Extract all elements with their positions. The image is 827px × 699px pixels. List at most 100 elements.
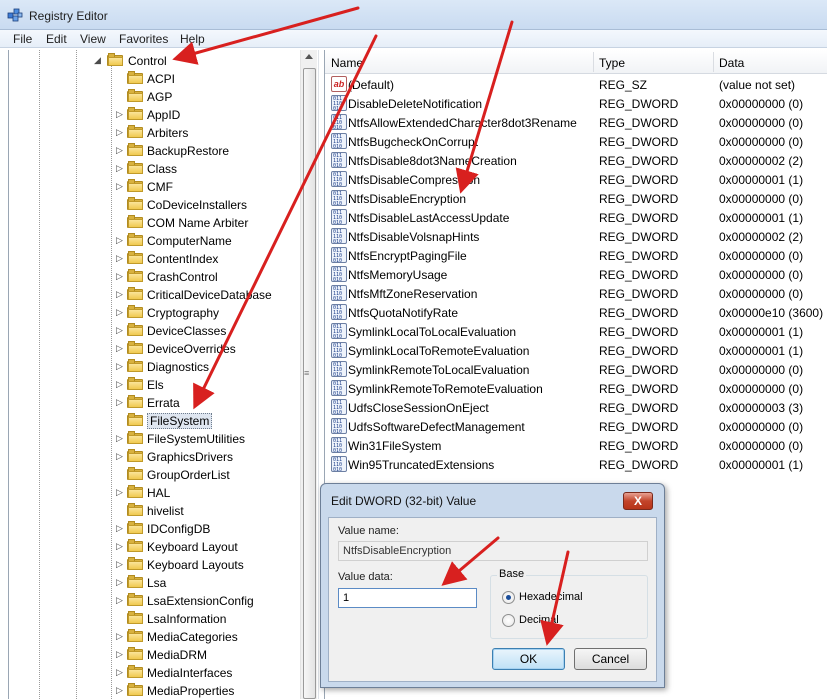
- tree-item-codeviceinstallers[interactable]: CoDeviceInstallers: [9, 196, 304, 214]
- tree-item-label[interactable]: Keyboard Layouts: [147, 558, 244, 572]
- value-row[interactable]: 011 110 010 SymlinkRemoteToRemoteEvaluati…: [325, 379, 827, 398]
- tree-item-label[interactable]: MediaProperties: [147, 684, 234, 698]
- value-name[interactable]: NtfsDisableCompression: [348, 173, 480, 187]
- tree-item-label[interactable]: DeviceClasses: [147, 324, 226, 338]
- hexadecimal-label[interactable]: Hexadecimal: [519, 591, 583, 603]
- menu-file[interactable]: File: [13, 32, 32, 46]
- tree-item-label[interactable]: Lsa: [147, 576, 166, 590]
- expander-arrow-icon[interactable]: ▷: [116, 379, 126, 390]
- tree-item-computername[interactable]: ▷ ComputerName: [9, 232, 304, 250]
- tree-item-diagnostics[interactable]: ▷ Diagnostics: [9, 358, 304, 376]
- tree-item-filesystem[interactable]: FileSystem: [9, 412, 304, 430]
- tree-item-label[interactable]: Diagnostics: [147, 360, 209, 374]
- value-name[interactable]: NtfsDisable8dot3NameCreation: [348, 154, 517, 168]
- tree-item-label[interactable]: MediaCategories: [147, 630, 238, 644]
- expander-arrow-icon[interactable]: ▷: [116, 631, 126, 642]
- tree-item-errata[interactable]: ▷ Errata: [9, 394, 304, 412]
- expander-arrow-icon[interactable]: ▷: [116, 253, 126, 264]
- value-row[interactable]: 011 110 010 DisableDeleteNotification REG_…: [325, 94, 827, 113]
- scroll-up-icon[interactable]: [305, 54, 313, 59]
- tree-item-lsaextensionconfig[interactable]: ▷ LsaExtensionConfig: [9, 592, 304, 610]
- expander-arrow-icon[interactable]: ◢: [94, 55, 104, 66]
- value-name[interactable]: NtfsAllowExtendedCharacter8dot3Rename: [348, 116, 577, 130]
- ok-button[interactable]: OK: [492, 648, 565, 670]
- tree-item-label[interactable]: Class: [147, 162, 177, 176]
- tree-item-label[interactable]: ComputerName: [147, 234, 232, 248]
- tree-item-agp[interactable]: AGP: [9, 88, 304, 106]
- tree-item-label[interactable]: HAL: [147, 486, 170, 500]
- tree-item-label[interactable]: COM Name Arbiter: [147, 216, 248, 230]
- value-row[interactable]: 011 110 010 NtfsEncryptPagingFile REG_DWOR…: [325, 246, 827, 265]
- tree-item-acpi[interactable]: ACPI: [9, 70, 304, 88]
- tree-item-label[interactable]: CoDeviceInstallers: [147, 198, 247, 212]
- tree-item-lsainformation[interactable]: LsaInformation: [9, 610, 304, 628]
- tree-item-idconfigdb[interactable]: ▷ IDConfigDB: [9, 520, 304, 538]
- tree-item-arbiters[interactable]: ▷ Arbiters: [9, 124, 304, 142]
- decimal-label[interactable]: Decimal: [519, 614, 559, 626]
- value-row[interactable]: 011 110 010 NtfsBugcheckOnCorrupt REG_DWOR…: [325, 132, 827, 151]
- value-row[interactable]: 011 110 010 NtfsDisableLastAccessUpdate RE…: [325, 208, 827, 227]
- tree-item-crashcontrol[interactable]: ▷ CrashControl: [9, 268, 304, 286]
- value-row[interactable]: 011 110 010 NtfsDisableVolsnapHints REG_DW…: [325, 227, 827, 246]
- menu-edit[interactable]: Edit: [46, 32, 67, 46]
- value-name[interactable]: (Default): [348, 78, 394, 92]
- tree-item-label[interactable]: CriticalDeviceDatabase: [147, 288, 272, 302]
- expander-arrow-icon[interactable]: ▷: [116, 307, 126, 318]
- value-row[interactable]: 011 110 010 NtfsAllowExtendedCharacter8do…: [325, 113, 827, 132]
- column-data-header[interactable]: Data: [719, 56, 744, 70]
- tree-item-grouporderlist[interactable]: GroupOrderList: [9, 466, 304, 484]
- tree-item-label[interactable]: Keyboard Layout: [147, 540, 238, 554]
- tree-item-label[interactable]: BackupRestore: [147, 144, 229, 158]
- expander-arrow-icon[interactable]: ▷: [116, 163, 126, 174]
- value-name[interactable]: NtfsMemoryUsage: [348, 268, 447, 282]
- tree-item-hivelist[interactable]: hivelist: [9, 502, 304, 520]
- value-row[interactable]: 011 110 010 NtfsDisableEncryption REG_DWOR…: [325, 189, 827, 208]
- tree-item-label[interactable]: CMF: [147, 180, 173, 194]
- value-row[interactable]: 011 110 010 NtfsQuotaNotifyRate REG_DWORD 0…: [325, 303, 827, 322]
- tree-item-label[interactable]: ContentIndex: [147, 252, 218, 266]
- expander-arrow-icon[interactable]: ▷: [116, 181, 126, 192]
- value-row[interactable]: 011 110 010 SymlinkRemoteToLocalEvaluatio…: [325, 360, 827, 379]
- cancel-button[interactable]: Cancel: [574, 648, 647, 670]
- tree-item-label[interactable]: MediaDRM: [147, 648, 207, 662]
- tree-item-label[interactable]: AppID: [147, 108, 180, 122]
- tree-item-cmf[interactable]: ▷ CMF: [9, 178, 304, 196]
- value-name[interactable]: NtfsDisableEncryption: [348, 192, 466, 206]
- tree-item-deviceclasses[interactable]: ▷ DeviceClasses: [9, 322, 304, 340]
- value-name[interactable]: SymlinkRemoteToLocalEvaluation: [348, 363, 529, 377]
- expander-arrow-icon[interactable]: ▷: [116, 523, 126, 534]
- expander-arrow-icon[interactable]: ▷: [116, 271, 126, 282]
- tree-item-contentindex[interactable]: ▷ ContentIndex: [9, 250, 304, 268]
- value-name[interactable]: Win95TruncatedExtensions: [348, 458, 494, 472]
- value-row[interactable]: 011 110 010 NtfsDisableCompression REG_DWO…: [325, 170, 827, 189]
- value-row[interactable]: 011 110 010 Win95TruncatedExtensions REG_D…: [325, 455, 827, 474]
- column-name-header[interactable]: Name: [331, 56, 363, 70]
- value-row[interactable]: 011 110 010 Win31FileSystem REG_DWORD 0x000…: [325, 436, 827, 455]
- expander-arrow-icon[interactable]: ▷: [116, 487, 126, 498]
- tree-item-label[interactable]: CrashControl: [147, 270, 218, 284]
- value-name[interactable]: SymlinkRemoteToRemoteEvaluation: [348, 382, 543, 396]
- expander-arrow-icon[interactable]: ▷: [116, 145, 126, 156]
- tree-item-filesystemutilities[interactable]: ▷ FileSystemUtilities: [9, 430, 304, 448]
- expander-arrow-icon[interactable]: ▷: [116, 541, 126, 552]
- tree-item-label[interactable]: ACPI: [147, 72, 175, 86]
- tree-item-label[interactable]: Cryptography: [147, 306, 219, 320]
- value-row[interactable]: 011 110 010 UdfsCloseSessionOnEject REG_DW…: [325, 398, 827, 417]
- tree-item-hal[interactable]: ▷ HAL: [9, 484, 304, 502]
- tree-item-keyboard-layout[interactable]: ▷ Keyboard Layout: [9, 538, 304, 556]
- expander-arrow-icon[interactable]: ▷: [116, 109, 126, 120]
- expander-arrow-icon[interactable]: ▷: [116, 397, 126, 408]
- expander-arrow-icon[interactable]: ▷: [116, 127, 126, 138]
- value-name[interactable]: NtfsBugcheckOnCorrupt: [348, 135, 478, 149]
- expander-arrow-icon[interactable]: ▷: [116, 361, 126, 372]
- value-name[interactable]: NtfsDisableLastAccessUpdate: [348, 211, 509, 225]
- tree-item-label[interactable]: Els: [147, 378, 164, 392]
- tree-item-keyboard-layouts[interactable]: ▷ Keyboard Layouts: [9, 556, 304, 574]
- tree-item-backuprestore[interactable]: ▷ BackupRestore: [9, 142, 304, 160]
- tree-item-class[interactable]: ▷ Class: [9, 160, 304, 178]
- expander-arrow-icon[interactable]: ▷: [116, 235, 126, 246]
- expander-arrow-icon[interactable]: ▷: [116, 649, 126, 660]
- expander-arrow-icon[interactable]: ▷: [116, 451, 126, 462]
- value-name[interactable]: NtfsQuotaNotifyRate: [348, 306, 458, 320]
- value-row[interactable]: 011 110 010 NtfsMemoryUsage REG_DWORD 0x000…: [325, 265, 827, 284]
